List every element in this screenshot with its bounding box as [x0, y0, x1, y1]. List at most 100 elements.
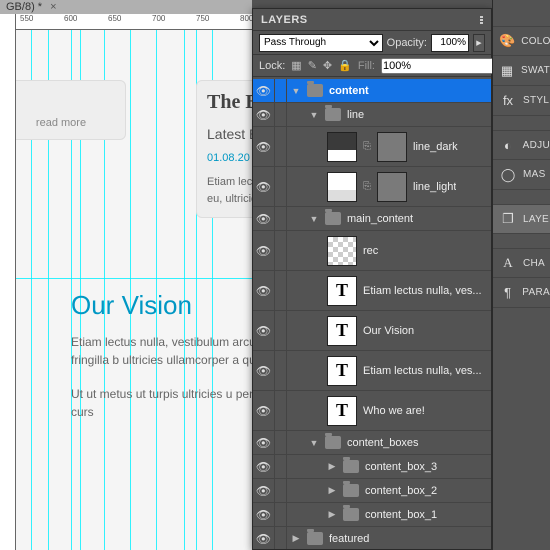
- link-icon: ⎘: [363, 141, 371, 152]
- opacity-label: Opacity:: [387, 37, 427, 49]
- folder-icon: [325, 212, 341, 225]
- panel-tab-color[interactable]: 🎨COLO: [493, 26, 550, 56]
- opacity-input[interactable]: [431, 34, 469, 52]
- layer-thumb: [327, 172, 357, 202]
- panel-title: LAYERS: [261, 14, 308, 26]
- panel-tab-adjustments[interactable]: ◐ADJU: [493, 130, 550, 160]
- twirl-down-icon[interactable]: [291, 86, 301, 96]
- blog-box: The Blo Latest Blo 01.08.20 Etiam lect e…: [196, 80, 252, 218]
- color-icon: 🎨: [499, 33, 515, 49]
- twirl-right-icon[interactable]: [327, 461, 337, 472]
- visibility-icon[interactable]: 👁: [253, 103, 275, 126]
- twirl-down-icon[interactable]: [309, 214, 319, 224]
- twirl-down-icon[interactable]: [309, 438, 319, 448]
- layers-tree[interactable]: 👁 content 👁 line 👁 ⎘line_dark 👁 ⎘line_li…: [253, 79, 491, 549]
- visibility-icon[interactable]: 👁: [253, 391, 275, 430]
- folder-icon: [343, 508, 359, 521]
- layer-line-light[interactable]: 👁 ⎘line_light: [253, 167, 491, 207]
- layer-group-main-content[interactable]: 👁 main_content: [253, 207, 491, 231]
- visibility-icon[interactable]: 👁: [253, 311, 275, 350]
- panel-tab-character[interactable]: ACHA: [493, 248, 550, 278]
- layer-rec[interactable]: 👁 rec: [253, 231, 491, 271]
- masks-icon: ◯: [499, 167, 517, 183]
- visibility-icon[interactable]: 👁: [253, 431, 275, 454]
- document-canvas[interactable]: GB/8) * × 550 600 650 700 750 800 read m…: [0, 0, 252, 550]
- twirl-down-icon[interactable]: [309, 110, 319, 120]
- layer-group-content-boxes[interactable]: 👁 content_boxes: [253, 431, 491, 455]
- twirl-right-icon[interactable]: [291, 533, 301, 544]
- layers-icon: ❐: [499, 211, 517, 227]
- layer-text-1[interactable]: 👁 TEtiam lectus nulla, ves...: [253, 271, 491, 311]
- read-more-box[interactable]: read more: [16, 80, 126, 140]
- link-icon: ⎘: [363, 181, 371, 192]
- folder-icon: [307, 532, 323, 545]
- visibility-icon[interactable]: 👁: [253, 527, 275, 549]
- tab-title: GB/8) *: [6, 1, 42, 13]
- layer-text-who-we-are[interactable]: 👁 TWho we are!: [253, 391, 491, 431]
- layer-group-cb1[interactable]: 👁 content_box_1: [253, 503, 491, 527]
- layer-thumb: [327, 236, 357, 266]
- horizontal-ruler[interactable]: 550 600 650 700 750 800: [16, 14, 252, 30]
- layer-thumb: [327, 132, 357, 162]
- visibility-icon[interactable]: 👁: [253, 79, 275, 102]
- swatches-icon: ▦: [499, 63, 515, 79]
- styles-icon: fx: [499, 93, 517, 109]
- folder-icon: [325, 436, 341, 449]
- layer-group-featured[interactable]: 👁 featured: [253, 527, 491, 549]
- layers-options-row: Pass Through Opacity: ▶: [253, 31, 491, 55]
- lock-all-icon[interactable]: 🔒: [338, 59, 352, 73]
- layers-titlebar[interactable]: LAYERS: [253, 9, 491, 31]
- text-layer-icon: T: [327, 316, 357, 346]
- layer-group-cb3[interactable]: 👁 content_box_3: [253, 455, 491, 479]
- text-layer-icon: T: [327, 396, 357, 426]
- text-layer-icon: T: [327, 356, 357, 386]
- twirl-right-icon[interactable]: [327, 509, 337, 520]
- layer-line-dark[interactable]: 👁 ⎘line_dark: [253, 127, 491, 167]
- layers-panel[interactable]: LAYERS Pass Through Opacity: ▶ Lock: ▦ ✎…: [252, 8, 492, 550]
- fill-input[interactable]: [381, 58, 508, 74]
- panel-tab-layers[interactable]: ❐LAYE: [493, 204, 550, 234]
- text-layer-icon: T: [327, 276, 357, 306]
- vision-block: Our Vision Etiam lectus nulla, vestibulu…: [71, 290, 252, 437]
- layer-group-line[interactable]: 👁 line: [253, 103, 491, 127]
- visibility-icon[interactable]: 👁: [253, 167, 275, 206]
- visibility-icon[interactable]: 👁: [253, 503, 275, 526]
- vertical-ruler[interactable]: [0, 14, 16, 550]
- twirl-right-icon[interactable]: [327, 485, 337, 496]
- layer-text-our-vision[interactable]: 👁 TOur Vision: [253, 311, 491, 351]
- lock-transparent-icon[interactable]: ▦: [291, 59, 301, 73]
- mask-thumb: [377, 132, 407, 162]
- panel-tab-swatches[interactable]: ▦SWAT: [493, 56, 550, 86]
- fill-label: Fill:: [358, 60, 375, 72]
- folder-icon: [307, 84, 323, 97]
- layer-group-content[interactable]: 👁 content: [253, 79, 491, 103]
- folder-icon: [343, 460, 359, 473]
- lock-row: Lock: ▦ ✎ ✥ 🔒 Fill: ▶: [253, 55, 491, 77]
- opacity-arrow-icon[interactable]: ▶: [473, 34, 485, 52]
- lock-pixels-icon[interactable]: ✎: [308, 59, 317, 73]
- folder-icon: [325, 108, 341, 121]
- visibility-icon[interactable]: 👁: [253, 455, 275, 478]
- document-tab[interactable]: GB/8) * ×: [0, 0, 252, 14]
- character-icon: A: [499, 255, 517, 271]
- artboard[interactable]: read more The Blo Latest Blo 01.08.20 Et…: [16, 30, 252, 550]
- lock-label: Lock:: [259, 60, 285, 72]
- adjust-icon: ◐: [499, 137, 517, 153]
- visibility-icon[interactable]: 👁: [253, 207, 275, 230]
- close-icon[interactable]: ×: [50, 1, 56, 13]
- folder-icon: [343, 484, 359, 497]
- visibility-icon[interactable]: 👁: [253, 351, 275, 390]
- visibility-icon[interactable]: 👁: [253, 271, 275, 310]
- panel-tab-paragraph[interactable]: ¶PARA: [493, 278, 550, 308]
- panel-tab-masks[interactable]: ◯MAS: [493, 160, 550, 190]
- vision-heading: Our Vision: [71, 290, 252, 321]
- panel-tab-styles[interactable]: fxSTYL: [493, 86, 550, 116]
- blend-mode-select[interactable]: Pass Through: [259, 34, 383, 52]
- layer-group-cb2[interactable]: 👁 content_box_2: [253, 479, 491, 503]
- right-panels-strip: 🎨COLO ▦SWAT fxSTYL ◐ADJU ◯MAS ❐LAYE ACHA…: [492, 0, 550, 550]
- lock-position-icon[interactable]: ✥: [323, 59, 332, 73]
- visibility-icon[interactable]: 👁: [253, 479, 275, 502]
- visibility-icon[interactable]: 👁: [253, 127, 275, 166]
- visibility-icon[interactable]: 👁: [253, 231, 275, 270]
- layer-text-3[interactable]: 👁 TEtiam lectus nulla, ves...: [253, 351, 491, 391]
